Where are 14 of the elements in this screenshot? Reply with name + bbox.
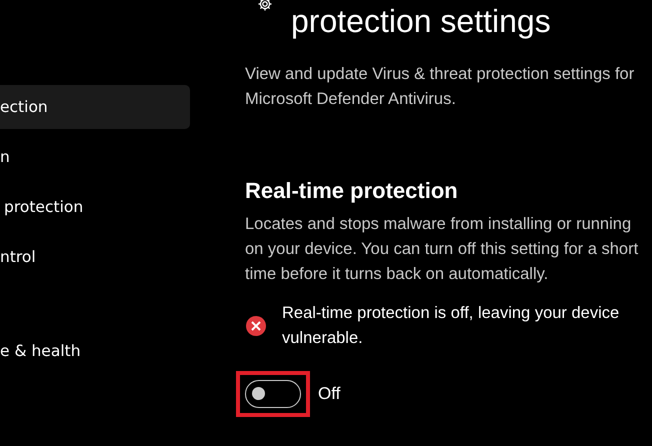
section-heading: Real-time protection — [245, 177, 459, 205]
section-description: Locates and stops malware from installing or running on your device. You can turn off this setting for a short time before it turns back on automatically. — [245, 214, 640, 285]
page-description: View and update Virus & threat protection settings for Microsoft Defender Antivirus. — [245, 64, 636, 110]
nav-item[interactable]: ntrol — [0, 235, 190, 279]
nav-item[interactable]: ection — [0, 85, 190, 129]
error-icon — [245, 315, 267, 337]
toggle-label: Off — [318, 384, 340, 404]
settings-icon — [257, 0, 273, 12]
toggle-switch[interactable] — [245, 380, 301, 408]
nav-item[interactable]: n — [0, 135, 190, 179]
page-title: protection settings — [291, 3, 551, 40]
alert-message: Real-time protection is off, leaving your device vulnerable. — [282, 303, 620, 349]
nav-item[interactable]: e & health — [0, 329, 190, 373]
nav-item[interactable]: protection — [0, 185, 190, 229]
